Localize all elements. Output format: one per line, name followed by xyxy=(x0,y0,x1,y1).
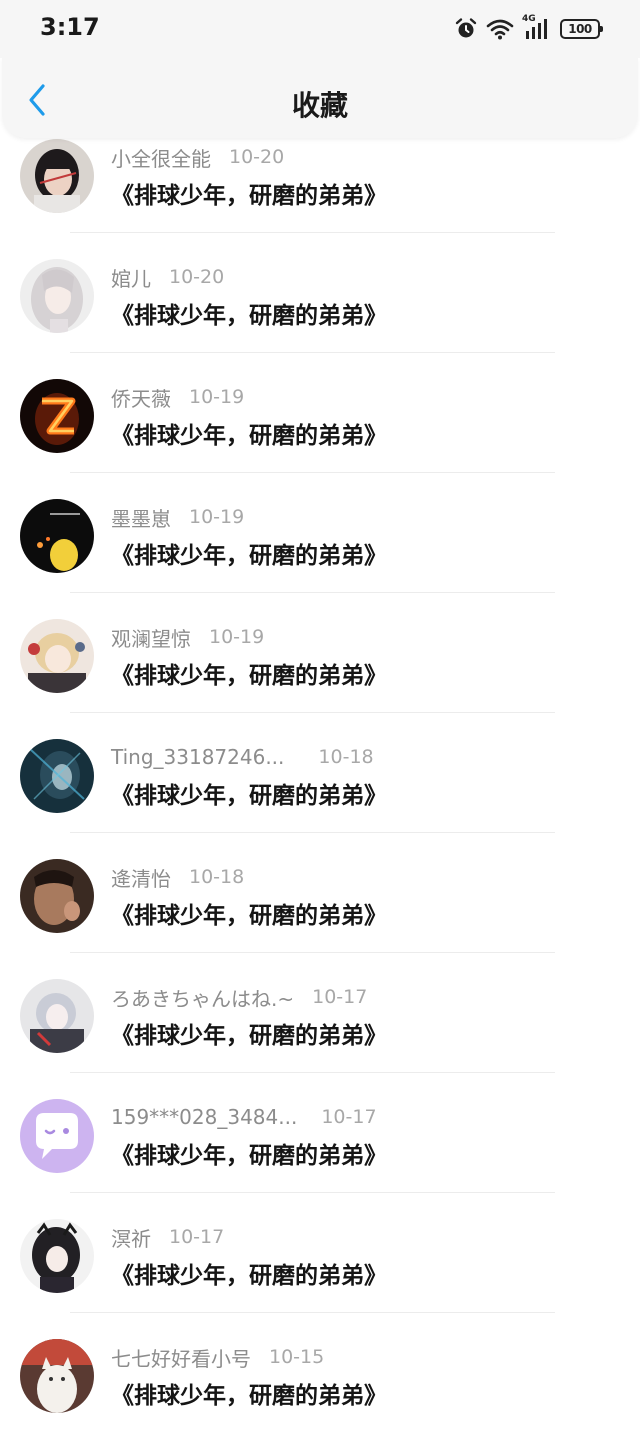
page-title: 收藏 xyxy=(291,89,348,122)
avatar-dark-icon xyxy=(20,499,94,573)
signal-icon: 4G xyxy=(522,14,552,41)
collection-title[interactable]: 《排球少年，研磨的弟弟》 xyxy=(111,1136,387,1170)
avatar[interactable] xyxy=(20,1099,94,1173)
date: 10-19 xyxy=(189,386,245,408)
wifi-icon xyxy=(486,18,514,40)
list-item[interactable]: 七七好好看小号 10-15 《排球少年，研磨的弟弟》 xyxy=(0,1336,640,1456)
avatar[interactable] xyxy=(20,979,94,1053)
avatar-anime-icon xyxy=(20,259,94,333)
avatar-photo-icon xyxy=(20,859,94,933)
avatar[interactable] xyxy=(20,379,94,453)
item-meta: 小全很全能 10-20 xyxy=(111,142,284,172)
date: 10-20 xyxy=(169,266,225,288)
avatar-default-chat-icon xyxy=(20,1099,94,1173)
divider xyxy=(70,832,555,833)
username[interactable]: 婠儿 xyxy=(111,263,151,292)
username[interactable]: 墨墨崽 xyxy=(111,503,171,532)
avatar[interactable] xyxy=(20,139,94,213)
divider xyxy=(70,712,555,713)
username[interactable]: 观澜望惊 xyxy=(111,623,191,652)
item-meta: 观澜望惊 10-19 xyxy=(111,622,264,652)
header: 收藏 xyxy=(2,58,638,138)
username[interactable]: 159***028_3484... xyxy=(111,1105,297,1129)
collection-title[interactable]: 《排球少年，研磨的弟弟》 xyxy=(111,1376,387,1410)
item-meta: 159***028_3484... 10-17 xyxy=(111,1102,377,1132)
list-item[interactable]: 侨天薇 10-19 《排球少年，研磨的弟弟》 xyxy=(0,376,640,496)
divider xyxy=(70,232,555,233)
item-meta: Ting_33187246... 10-18 xyxy=(111,742,374,772)
date: 10-15 xyxy=(269,1346,325,1368)
avatar-anime-icon xyxy=(20,979,94,1053)
divider xyxy=(70,352,555,353)
date: 10-20 xyxy=(229,146,285,168)
list-item[interactable]: 婠儿 10-20 《排球少年，研磨的弟弟》 xyxy=(0,256,640,376)
list-item[interactable]: 观澜望惊 10-19 《排球少年，研磨的弟弟》 xyxy=(0,616,640,736)
username[interactable]: Ting_33187246... xyxy=(111,745,284,769)
status-bar: 3:17 4G 100 xyxy=(0,0,640,58)
collection-title[interactable]: 《排球少年，研磨的弟弟》 xyxy=(111,536,387,570)
item-meta: 婠儿 10-20 xyxy=(111,262,224,292)
avatar-photo-icon xyxy=(20,139,94,213)
item-meta: 七七好好看小号 10-15 xyxy=(111,1342,324,1372)
collection-title[interactable]: 《排球少年，研磨的弟弟》 xyxy=(111,896,387,930)
date: 10-19 xyxy=(209,626,265,648)
divider xyxy=(70,1072,555,1073)
username[interactable]: 溟祈 xyxy=(111,1223,151,1252)
username[interactable]: ろあきちゃんはね.~ xyxy=(111,983,294,1012)
avatar-fire-letter-icon xyxy=(20,379,94,453)
list-item[interactable]: 小全很全能 10-20 《排球少年，研磨的弟弟》 xyxy=(0,136,640,256)
item-meta: 墨墨崽 10-19 xyxy=(111,502,244,532)
avatar[interactable] xyxy=(20,859,94,933)
collection-title[interactable]: 《排球少年，研磨的弟弟》 xyxy=(111,1016,387,1050)
date: 10-17 xyxy=(312,986,368,1008)
battery-icon: 100 xyxy=(560,19,603,39)
item-meta: 侨天薇 10-19 xyxy=(111,382,244,412)
status-time: 3:17 xyxy=(40,13,100,41)
date: 10-18 xyxy=(189,866,245,888)
date: 10-17 xyxy=(169,1226,225,1248)
date: 10-18 xyxy=(318,746,374,768)
status-icons: 4G 100 xyxy=(454,14,603,44)
divider xyxy=(70,592,555,593)
avatar-anime-icon xyxy=(20,619,94,693)
collection-title[interactable]: 《排球少年，研磨的弟弟》 xyxy=(111,176,387,210)
avatar-cat-icon xyxy=(20,1339,94,1413)
collection-title[interactable]: 《排球少年，研磨的弟弟》 xyxy=(111,296,387,330)
avatar-anime-icon xyxy=(20,1219,94,1293)
username[interactable]: 侨天薇 xyxy=(111,383,171,412)
avatar[interactable] xyxy=(20,619,94,693)
item-meta: 溟祈 10-17 xyxy=(111,1222,224,1252)
divider xyxy=(70,472,555,473)
collection-title[interactable]: 《排球少年，研磨的弟弟》 xyxy=(111,776,387,810)
avatar[interactable] xyxy=(20,1219,94,1293)
avatar[interactable] xyxy=(20,739,94,813)
avatar[interactable] xyxy=(20,259,94,333)
list-item[interactable]: 溟祈 10-17 《排球少年，研磨的弟弟》 xyxy=(0,1216,640,1336)
avatar[interactable] xyxy=(20,499,94,573)
list-item[interactable]: 墨墨崽 10-19 《排球少年，研磨的弟弟》 xyxy=(0,496,640,616)
list-item[interactable]: ろあきちゃんはね.~ 10-17 《排球少年，研磨的弟弟》 xyxy=(0,976,640,1096)
alarm-icon xyxy=(454,17,478,41)
item-meta: 逄清怡 10-18 xyxy=(111,862,244,892)
username[interactable]: 七七好好看小号 xyxy=(111,1343,251,1372)
list-item[interactable]: Ting_33187246... 10-18 《排球少年，研磨的弟弟》 xyxy=(0,736,640,856)
avatar-anime-icon xyxy=(20,739,94,813)
username[interactable]: 逄清怡 xyxy=(111,863,171,892)
collection-title[interactable]: 《排球少年，研磨的弟弟》 xyxy=(111,1256,387,1290)
divider xyxy=(70,1312,555,1313)
list-item[interactable]: 159***028_3484... 10-17 《排球少年，研磨的弟弟》 xyxy=(0,1096,640,1216)
username[interactable]: 小全很全能 xyxy=(111,143,211,172)
collection-list: 小全很全能 10-20 《排球少年，研磨的弟弟》 婠儿 10-20 《排球少年，… xyxy=(0,136,640,1456)
collection-title[interactable]: 《排球少年，研磨的弟弟》 xyxy=(111,416,387,450)
divider xyxy=(70,1192,555,1193)
avatar[interactable] xyxy=(20,1339,94,1413)
date: 10-19 xyxy=(189,506,245,528)
item-meta: ろあきちゃんはね.~ 10-17 xyxy=(111,982,367,1012)
divider xyxy=(70,952,555,953)
collection-title[interactable]: 《排球少年，研磨的弟弟》 xyxy=(111,656,387,690)
date: 10-17 xyxy=(321,1106,377,1128)
list-item[interactable]: 逄清怡 10-18 《排球少年，研磨的弟弟》 xyxy=(0,856,640,976)
